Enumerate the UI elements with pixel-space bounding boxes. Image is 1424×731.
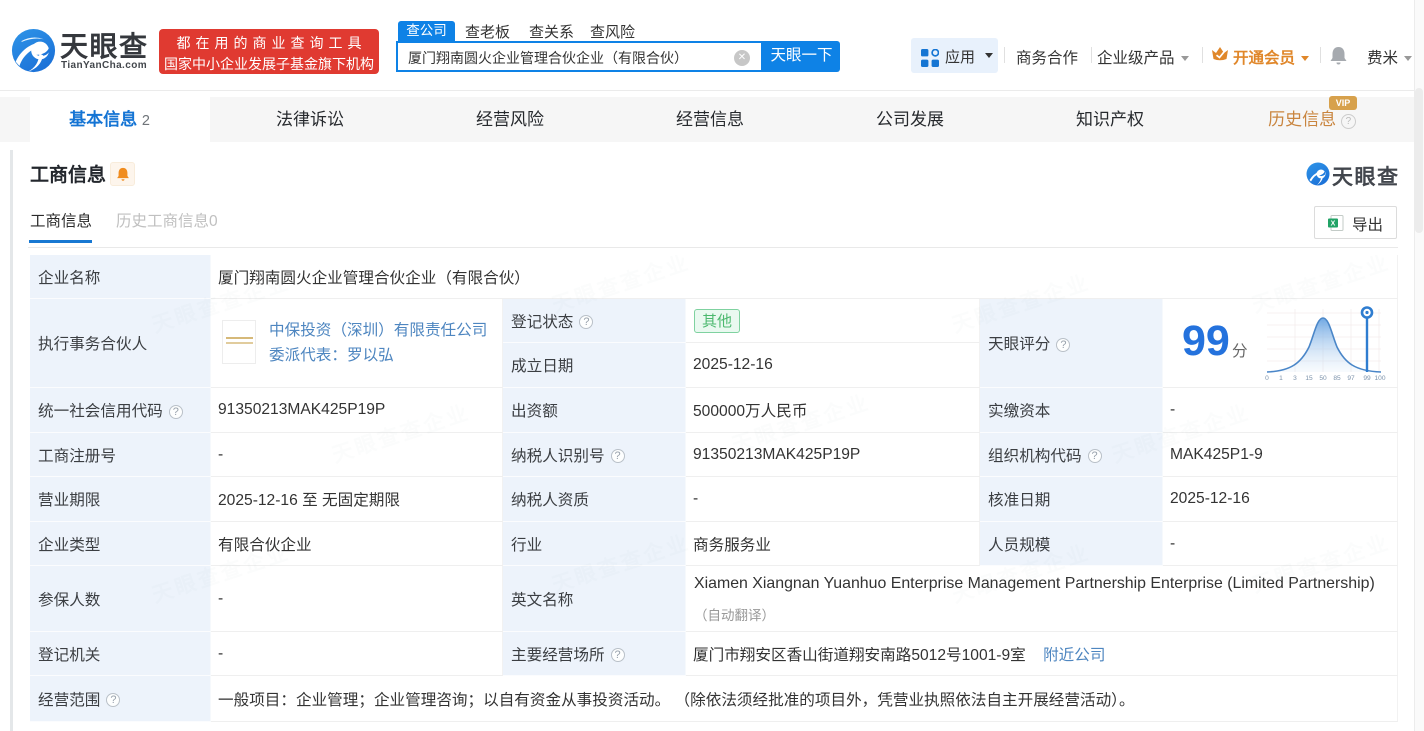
svg-text:50: 50: [1319, 375, 1327, 382]
svg-text:100: 100: [1374, 375, 1385, 382]
svg-text:15: 15: [1305, 375, 1313, 382]
svg-text:97: 97: [1347, 375, 1355, 382]
svg-text:1: 1: [1279, 375, 1283, 382]
svg-text:85: 85: [1333, 375, 1341, 382]
svg-text:3: 3: [1293, 375, 1297, 382]
svg-text:99: 99: [1363, 375, 1371, 382]
svg-text:0: 0: [1265, 375, 1269, 382]
svg-text:X: X: [1331, 221, 1336, 228]
